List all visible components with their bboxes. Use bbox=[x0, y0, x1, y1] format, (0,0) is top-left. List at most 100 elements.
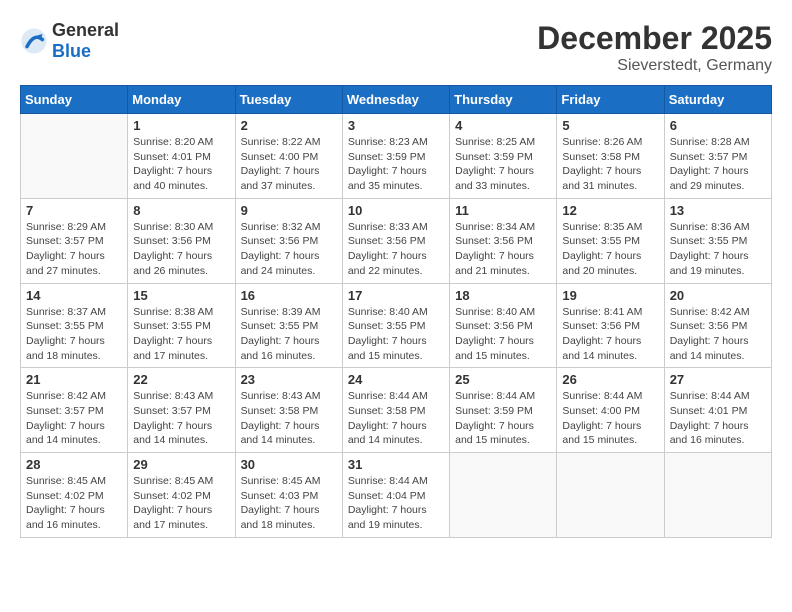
day-info: Sunrise: 8:29 AMSunset: 3:57 PMDaylight:… bbox=[26, 220, 122, 279]
day-info: Sunrise: 8:45 AMSunset: 4:02 PMDaylight:… bbox=[133, 474, 229, 533]
day-info: Sunrise: 8:45 AMSunset: 4:03 PMDaylight:… bbox=[241, 474, 337, 533]
day-info: Sunrise: 8:40 AMSunset: 3:56 PMDaylight:… bbox=[455, 305, 551, 364]
logo-blue: Blue bbox=[52, 41, 91, 61]
day-info: Sunrise: 8:42 AMSunset: 3:57 PMDaylight:… bbox=[26, 389, 122, 448]
day-info: Sunrise: 8:20 AMSunset: 4:01 PMDaylight:… bbox=[133, 135, 229, 194]
month-title: December 2025 bbox=[537, 20, 772, 57]
day-number: 4 bbox=[455, 118, 551, 133]
day-info: Sunrise: 8:44 AMSunset: 4:00 PMDaylight:… bbox=[562, 389, 658, 448]
calendar-cell: 3 Sunrise: 8:23 AMSunset: 3:59 PMDayligh… bbox=[342, 114, 449, 199]
calendar-cell: 2 Sunrise: 8:22 AMSunset: 4:00 PMDayligh… bbox=[235, 114, 342, 199]
calendar-header-monday: Monday bbox=[128, 86, 235, 114]
calendar-cell bbox=[21, 114, 128, 199]
day-number: 2 bbox=[241, 118, 337, 133]
calendar-cell: 1 Sunrise: 8:20 AMSunset: 4:01 PMDayligh… bbox=[128, 114, 235, 199]
calendar-cell: 10 Sunrise: 8:33 AMSunset: 3:56 PMDaylig… bbox=[342, 198, 449, 283]
day-number: 22 bbox=[133, 372, 229, 387]
day-number: 27 bbox=[670, 372, 766, 387]
calendar-cell: 31 Sunrise: 8:44 AMSunset: 4:04 PMDaylig… bbox=[342, 453, 449, 538]
calendar-cell: 14 Sunrise: 8:37 AMSunset: 3:55 PMDaylig… bbox=[21, 283, 128, 368]
calendar-cell: 27 Sunrise: 8:44 AMSunset: 4:01 PMDaylig… bbox=[664, 368, 771, 453]
day-info: Sunrise: 8:44 AMSunset: 3:58 PMDaylight:… bbox=[348, 389, 444, 448]
day-number: 1 bbox=[133, 118, 229, 133]
day-info: Sunrise: 8:41 AMSunset: 3:56 PMDaylight:… bbox=[562, 305, 658, 364]
calendar-cell: 7 Sunrise: 8:29 AMSunset: 3:57 PMDayligh… bbox=[21, 198, 128, 283]
day-info: Sunrise: 8:44 AMSunset: 4:01 PMDaylight:… bbox=[670, 389, 766, 448]
day-info: Sunrise: 8:26 AMSunset: 3:58 PMDaylight:… bbox=[562, 135, 658, 194]
calendar-cell bbox=[450, 453, 557, 538]
calendar-cell: 13 Sunrise: 8:36 AMSunset: 3:55 PMDaylig… bbox=[664, 198, 771, 283]
day-number: 11 bbox=[455, 203, 551, 218]
calendar-cell: 18 Sunrise: 8:40 AMSunset: 3:56 PMDaylig… bbox=[450, 283, 557, 368]
calendar-week-row: 28 Sunrise: 8:45 AMSunset: 4:02 PMDaylig… bbox=[21, 453, 772, 538]
calendar-week-row: 7 Sunrise: 8:29 AMSunset: 3:57 PMDayligh… bbox=[21, 198, 772, 283]
calendar-cell: 19 Sunrise: 8:41 AMSunset: 3:56 PMDaylig… bbox=[557, 283, 664, 368]
calendar-cell: 24 Sunrise: 8:44 AMSunset: 3:58 PMDaylig… bbox=[342, 368, 449, 453]
calendar-cell: 15 Sunrise: 8:38 AMSunset: 3:55 PMDaylig… bbox=[128, 283, 235, 368]
logo: General Blue bbox=[20, 20, 119, 62]
day-info: Sunrise: 8:44 AMSunset: 3:59 PMDaylight:… bbox=[455, 389, 551, 448]
day-info: Sunrise: 8:28 AMSunset: 3:57 PMDaylight:… bbox=[670, 135, 766, 194]
calendar-cell: 4 Sunrise: 8:25 AMSunset: 3:59 PMDayligh… bbox=[450, 114, 557, 199]
day-number: 21 bbox=[26, 372, 122, 387]
day-info: Sunrise: 8:25 AMSunset: 3:59 PMDaylight:… bbox=[455, 135, 551, 194]
calendar-header-saturday: Saturday bbox=[664, 86, 771, 114]
calendar-cell: 20 Sunrise: 8:42 AMSunset: 3:56 PMDaylig… bbox=[664, 283, 771, 368]
day-info: Sunrise: 8:34 AMSunset: 3:56 PMDaylight:… bbox=[455, 220, 551, 279]
calendar-cell: 30 Sunrise: 8:45 AMSunset: 4:03 PMDaylig… bbox=[235, 453, 342, 538]
day-info: Sunrise: 8:38 AMSunset: 3:55 PMDaylight:… bbox=[133, 305, 229, 364]
calendar-cell: 6 Sunrise: 8:28 AMSunset: 3:57 PMDayligh… bbox=[664, 114, 771, 199]
calendar-cell: 5 Sunrise: 8:26 AMSunset: 3:58 PMDayligh… bbox=[557, 114, 664, 199]
location-title: Sieverstedt, Germany bbox=[537, 57, 772, 75]
day-number: 7 bbox=[26, 203, 122, 218]
day-info: Sunrise: 8:43 AMSunset: 3:58 PMDaylight:… bbox=[241, 389, 337, 448]
calendar-table: SundayMondayTuesdayWednesdayThursdayFrid… bbox=[20, 85, 772, 538]
calendar-cell: 22 Sunrise: 8:43 AMSunset: 3:57 PMDaylig… bbox=[128, 368, 235, 453]
day-info: Sunrise: 8:22 AMSunset: 4:00 PMDaylight:… bbox=[241, 135, 337, 194]
day-number: 24 bbox=[348, 372, 444, 387]
calendar-header-sunday: Sunday bbox=[21, 86, 128, 114]
day-info: Sunrise: 8:37 AMSunset: 3:55 PMDaylight:… bbox=[26, 305, 122, 364]
day-info: Sunrise: 8:40 AMSunset: 3:55 PMDaylight:… bbox=[348, 305, 444, 364]
day-info: Sunrise: 8:39 AMSunset: 3:55 PMDaylight:… bbox=[241, 305, 337, 364]
calendar-header-tuesday: Tuesday bbox=[235, 86, 342, 114]
calendar-header-row: SundayMondayTuesdayWednesdayThursdayFrid… bbox=[21, 86, 772, 114]
calendar-cell bbox=[557, 453, 664, 538]
calendar-cell: 8 Sunrise: 8:30 AMSunset: 3:56 PMDayligh… bbox=[128, 198, 235, 283]
calendar-cell: 16 Sunrise: 8:39 AMSunset: 3:55 PMDaylig… bbox=[235, 283, 342, 368]
logo-icon bbox=[20, 27, 48, 55]
calendar-cell: 29 Sunrise: 8:45 AMSunset: 4:02 PMDaylig… bbox=[128, 453, 235, 538]
day-info: Sunrise: 8:44 AMSunset: 4:04 PMDaylight:… bbox=[348, 474, 444, 533]
calendar-header-wednesday: Wednesday bbox=[342, 86, 449, 114]
day-number: 17 bbox=[348, 288, 444, 303]
calendar-week-row: 21 Sunrise: 8:42 AMSunset: 3:57 PMDaylig… bbox=[21, 368, 772, 453]
day-number: 6 bbox=[670, 118, 766, 133]
calendar-cell: 11 Sunrise: 8:34 AMSunset: 3:56 PMDaylig… bbox=[450, 198, 557, 283]
day-number: 12 bbox=[562, 203, 658, 218]
day-number: 19 bbox=[562, 288, 658, 303]
calendar-cell: 9 Sunrise: 8:32 AMSunset: 3:56 PMDayligh… bbox=[235, 198, 342, 283]
day-number: 10 bbox=[348, 203, 444, 218]
day-number: 25 bbox=[455, 372, 551, 387]
day-number: 13 bbox=[670, 203, 766, 218]
calendar-header-friday: Friday bbox=[557, 86, 664, 114]
day-info: Sunrise: 8:43 AMSunset: 3:57 PMDaylight:… bbox=[133, 389, 229, 448]
day-number: 3 bbox=[348, 118, 444, 133]
page-header: General Blue December 2025 Sieverstedt, … bbox=[20, 20, 772, 75]
day-number: 26 bbox=[562, 372, 658, 387]
day-number: 31 bbox=[348, 457, 444, 472]
day-number: 16 bbox=[241, 288, 337, 303]
logo-general: General bbox=[52, 20, 119, 40]
day-info: Sunrise: 8:23 AMSunset: 3:59 PMDaylight:… bbox=[348, 135, 444, 194]
day-info: Sunrise: 8:42 AMSunset: 3:56 PMDaylight:… bbox=[670, 305, 766, 364]
day-info: Sunrise: 8:30 AMSunset: 3:56 PMDaylight:… bbox=[133, 220, 229, 279]
day-info: Sunrise: 8:45 AMSunset: 4:02 PMDaylight:… bbox=[26, 474, 122, 533]
day-number: 18 bbox=[455, 288, 551, 303]
day-number: 28 bbox=[26, 457, 122, 472]
day-number: 14 bbox=[26, 288, 122, 303]
calendar-cell: 28 Sunrise: 8:45 AMSunset: 4:02 PMDaylig… bbox=[21, 453, 128, 538]
day-number: 15 bbox=[133, 288, 229, 303]
day-number: 8 bbox=[133, 203, 229, 218]
day-info: Sunrise: 8:32 AMSunset: 3:56 PMDaylight:… bbox=[241, 220, 337, 279]
day-number: 30 bbox=[241, 457, 337, 472]
